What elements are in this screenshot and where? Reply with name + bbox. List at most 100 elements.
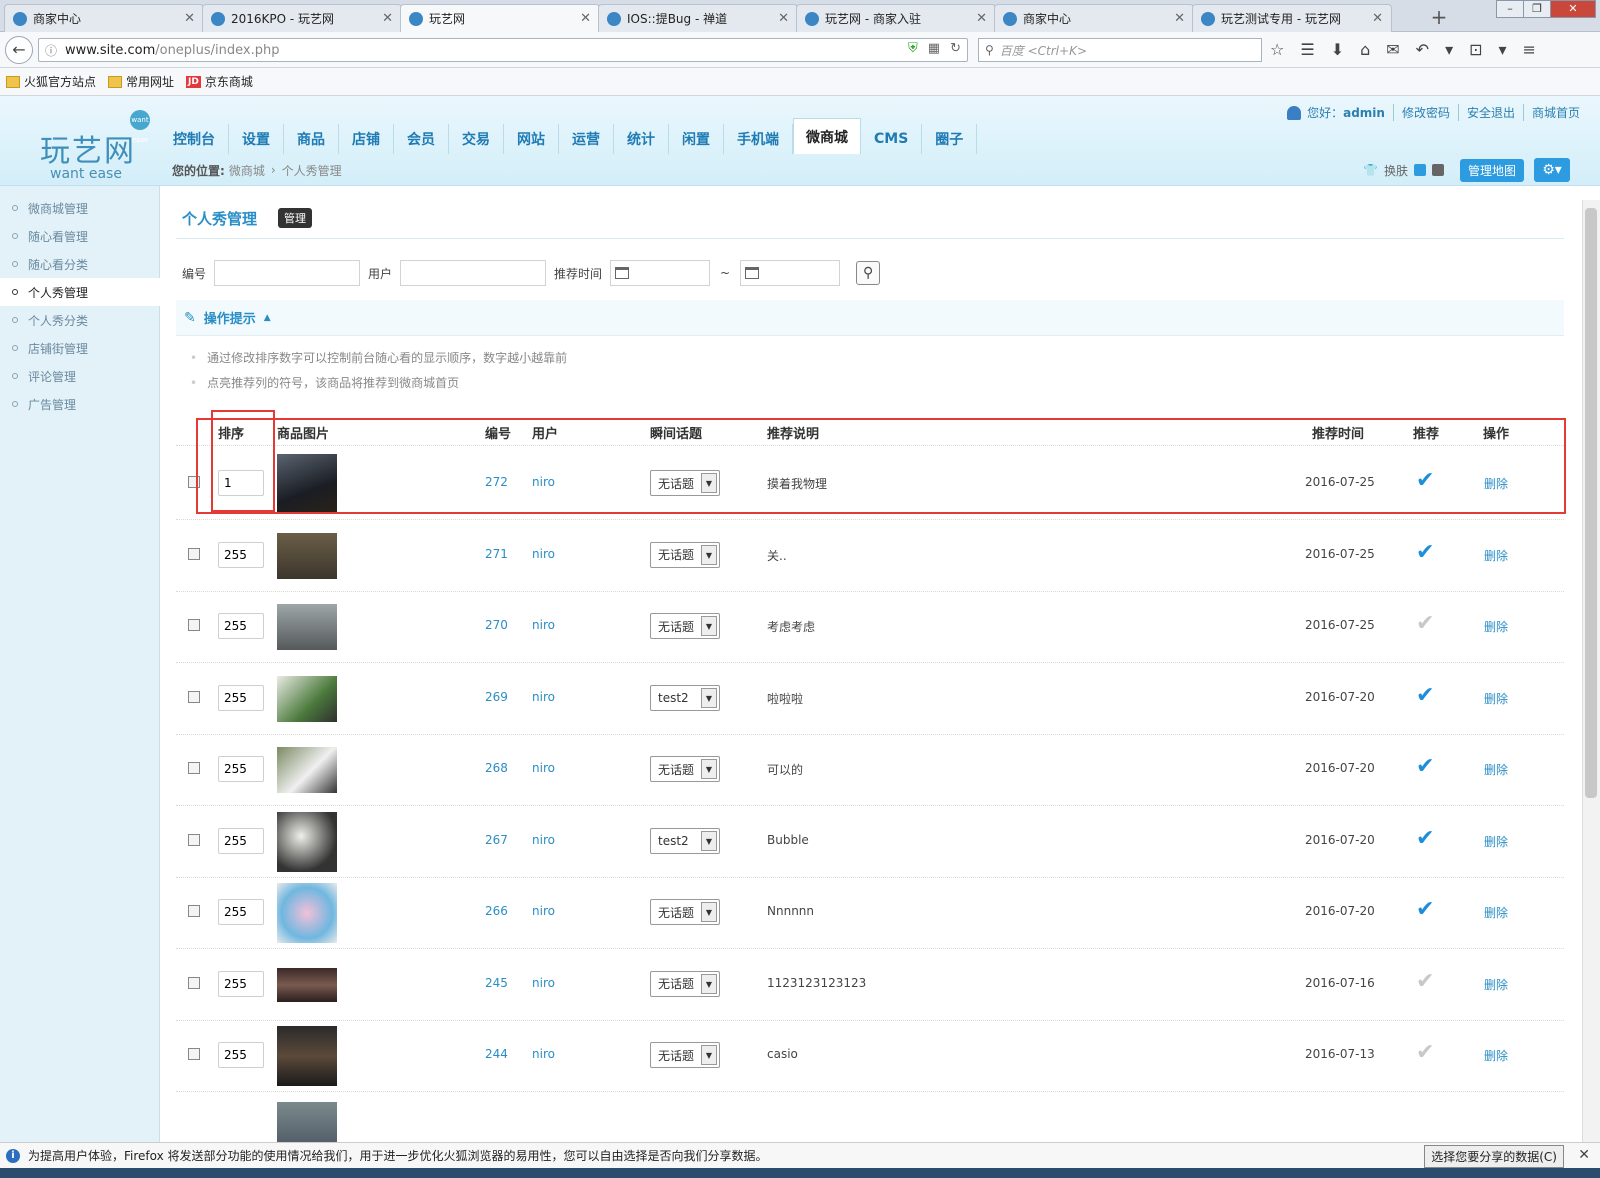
end-date-field[interactable] — [740, 260, 841, 286]
sidebar-item[interactable]: 店铺街管理 — [0, 334, 159, 362]
sort-order-input[interactable] — [218, 1042, 264, 1068]
sidebar-item[interactable]: 随心看分类 — [0, 250, 159, 278]
sort-order-input[interactable] — [218, 541, 264, 568]
admin-map-button[interactable]: 管理地图 — [1459, 158, 1524, 182]
topic-select[interactable]: test2 ▼ — [650, 827, 720, 854]
browser-tab[interactable]: 玩艺测试专用 - 玩艺网 ✕ — [1192, 4, 1392, 32]
tab-close-icon[interactable]: ✕ — [382, 11, 393, 26]
reload-icon[interactable]: ↻ — [950, 41, 961, 56]
crop-icon[interactable]: ⊡ — [1469, 40, 1482, 59]
tips-header[interactable]: ✎ 操作提示 ▲ — [176, 300, 1564, 336]
bookmark-item[interactable]: 火狐官方站点 — [6, 73, 96, 90]
logo[interactable]: 玩艺网 want ease want ease — [40, 110, 160, 182]
sort-order-input[interactable] — [218, 827, 264, 854]
qr-code-icon[interactable]: ▦ — [928, 41, 940, 56]
breadcrumb-item[interactable]: 微商城 — [229, 162, 265, 179]
recommend-check-icon[interactable]: ✔ — [1416, 897, 1434, 922]
recommend-check-icon[interactable]: ✔ — [1416, 540, 1434, 565]
nav-item[interactable]: 微商城 — [793, 118, 861, 154]
tab-close-icon[interactable]: ✕ — [184, 11, 195, 26]
row-id[interactable]: 269 — [485, 690, 508, 704]
nav-item[interactable]: 设置 — [229, 124, 284, 154]
bookmark-star-icon[interactable]: ☆ — [1270, 40, 1284, 59]
browser-tab[interactable]: 商家中心 ✕ — [994, 4, 1194, 32]
row-checkbox[interactable] — [188, 976, 200, 989]
logout-link[interactable]: 安全退出 — [1457, 104, 1523, 121]
tab-close-icon[interactable]: ✕ — [778, 11, 789, 26]
tab-close-icon[interactable]: ✕ — [580, 11, 591, 26]
sidebar-item[interactable]: 评论管理 — [0, 362, 159, 390]
dropdown-icon-2[interactable]: ▾ — [1499, 40, 1507, 59]
close-icon[interactable]: ✕ — [1578, 1147, 1590, 1163]
store-home-link[interactable]: 商城首页 — [1522, 104, 1588, 121]
delete-link[interactable]: 删除 — [1484, 547, 1508, 564]
search-bar[interactable]: ⚲ 百度 <Ctrl+K> — [978, 38, 1262, 62]
browser-tab[interactable]: 玩艺网 - 商家入驻 ✕ — [796, 4, 996, 32]
row-user[interactable]: niro — [532, 761, 555, 775]
dropdown-icon[interactable]: ▾ — [1445, 40, 1453, 59]
browser-tab[interactable]: IOS::提Bug - 禅道 ✕ — [598, 4, 798, 32]
row-id[interactable]: 245 — [485, 976, 508, 990]
nav-item[interactable]: 闲置 — [669, 124, 724, 154]
recommend-check-icon[interactable]: ✔ — [1416, 1040, 1434, 1065]
sidebar-item[interactable]: 个人秀管理 — [0, 278, 160, 306]
url-bar[interactable]: ⓘ www.site.com/oneplus/index.php ⛨ ▦ ↻ — [38, 38, 968, 62]
nav-item[interactable]: 圈子 — [922, 124, 978, 154]
topic-select[interactable]: 无话题 ▼ — [650, 756, 720, 782]
row-user[interactable]: niro — [532, 833, 555, 847]
sort-order-input[interactable] — [218, 684, 264, 711]
nav-item[interactable]: 手机端 — [724, 124, 793, 154]
row-checkbox[interactable] — [188, 762, 200, 774]
shield-icon[interactable]: ⛨ — [908, 41, 918, 56]
browser-tab[interactable]: 商家中心 ✕ — [4, 4, 204, 32]
delete-link[interactable]: 删除 — [1484, 1047, 1508, 1064]
skin-blue-swatch[interactable] — [1413, 164, 1426, 176]
recommend-check-icon[interactable]: ✔ — [1416, 683, 1434, 708]
row-id[interactable]: 267 — [485, 833, 508, 847]
nav-item[interactable]: CMS — [861, 124, 923, 154]
nav-item[interactable]: 交易 — [449, 124, 504, 154]
topic-select[interactable]: 无话题 ▼ — [650, 613, 720, 639]
topic-select[interactable]: 无话题 ▼ — [650, 541, 720, 568]
row-checkbox[interactable] — [188, 905, 200, 917]
undo-icon[interactable]: ↶ — [1416, 40, 1429, 59]
row-user[interactable]: niro — [532, 1047, 555, 1061]
recommend-check-icon[interactable]: ✔ — [1416, 754, 1434, 779]
sort-order-input[interactable] — [218, 756, 264, 782]
reading-list-icon[interactable]: ☰ — [1300, 40, 1314, 59]
id-filter-input[interactable] — [214, 260, 361, 286]
topic-select[interactable]: test2 ▼ — [650, 684, 720, 711]
row-user[interactable]: niro — [532, 547, 555, 561]
delete-link[interactable]: 删除 — [1484, 833, 1508, 850]
download-icon[interactable]: ⬇ — [1331, 40, 1344, 59]
change-password-link[interactable]: 修改密码 — [1392, 104, 1458, 121]
topic-select[interactable]: 无话题 ▼ — [650, 1042, 720, 1068]
topic-select[interactable]: 无话题 ▼ — [650, 970, 720, 997]
browser-tab[interactable]: 玩艺网 ✕ — [400, 4, 600, 32]
gear-icon[interactable]: ⚙▾ — [1534, 158, 1570, 182]
row-id[interactable]: 268 — [485, 761, 508, 775]
sidebar-item[interactable]: 随心看管理 — [0, 222, 159, 250]
nav-item[interactable]: 会员 — [394, 124, 449, 154]
nav-item[interactable]: 统计 — [614, 124, 669, 154]
menu-icon[interactable]: ≡ — [1523, 40, 1536, 59]
delete-link[interactable]: 删除 — [1484, 976, 1508, 993]
home-icon[interactable]: ⌂ — [1360, 40, 1370, 59]
back-button[interactable]: ← — [5, 36, 33, 64]
info-icon[interactable]: ⓘ — [45, 42, 57, 59]
row-user[interactable]: niro — [532, 618, 555, 632]
skin-gray-swatch[interactable] — [1431, 164, 1444, 176]
skin-label[interactable]: 换肤 — [1384, 162, 1408, 179]
restore-icon[interactable]: ❐ — [1523, 0, 1551, 18]
nav-item[interactable]: 商品 — [284, 124, 339, 154]
nav-item[interactable]: 运营 — [559, 124, 614, 154]
browser-tab[interactable]: 2016KPO - 玩艺网 ✕ — [202, 4, 402, 32]
close-icon[interactable]: ✕ — [1550, 0, 1596, 18]
row-checkbox[interactable] — [188, 690, 200, 703]
delete-link[interactable]: 删除 — [1484, 690, 1508, 707]
delete-link[interactable]: 删除 — [1484, 904, 1508, 921]
minimize-icon[interactable]: – — [1496, 0, 1524, 18]
sidebar-item[interactable]: 微商城管理 — [0, 194, 159, 222]
sort-order-input[interactable] — [218, 970, 264, 997]
start-date-field[interactable] — [610, 260, 711, 286]
